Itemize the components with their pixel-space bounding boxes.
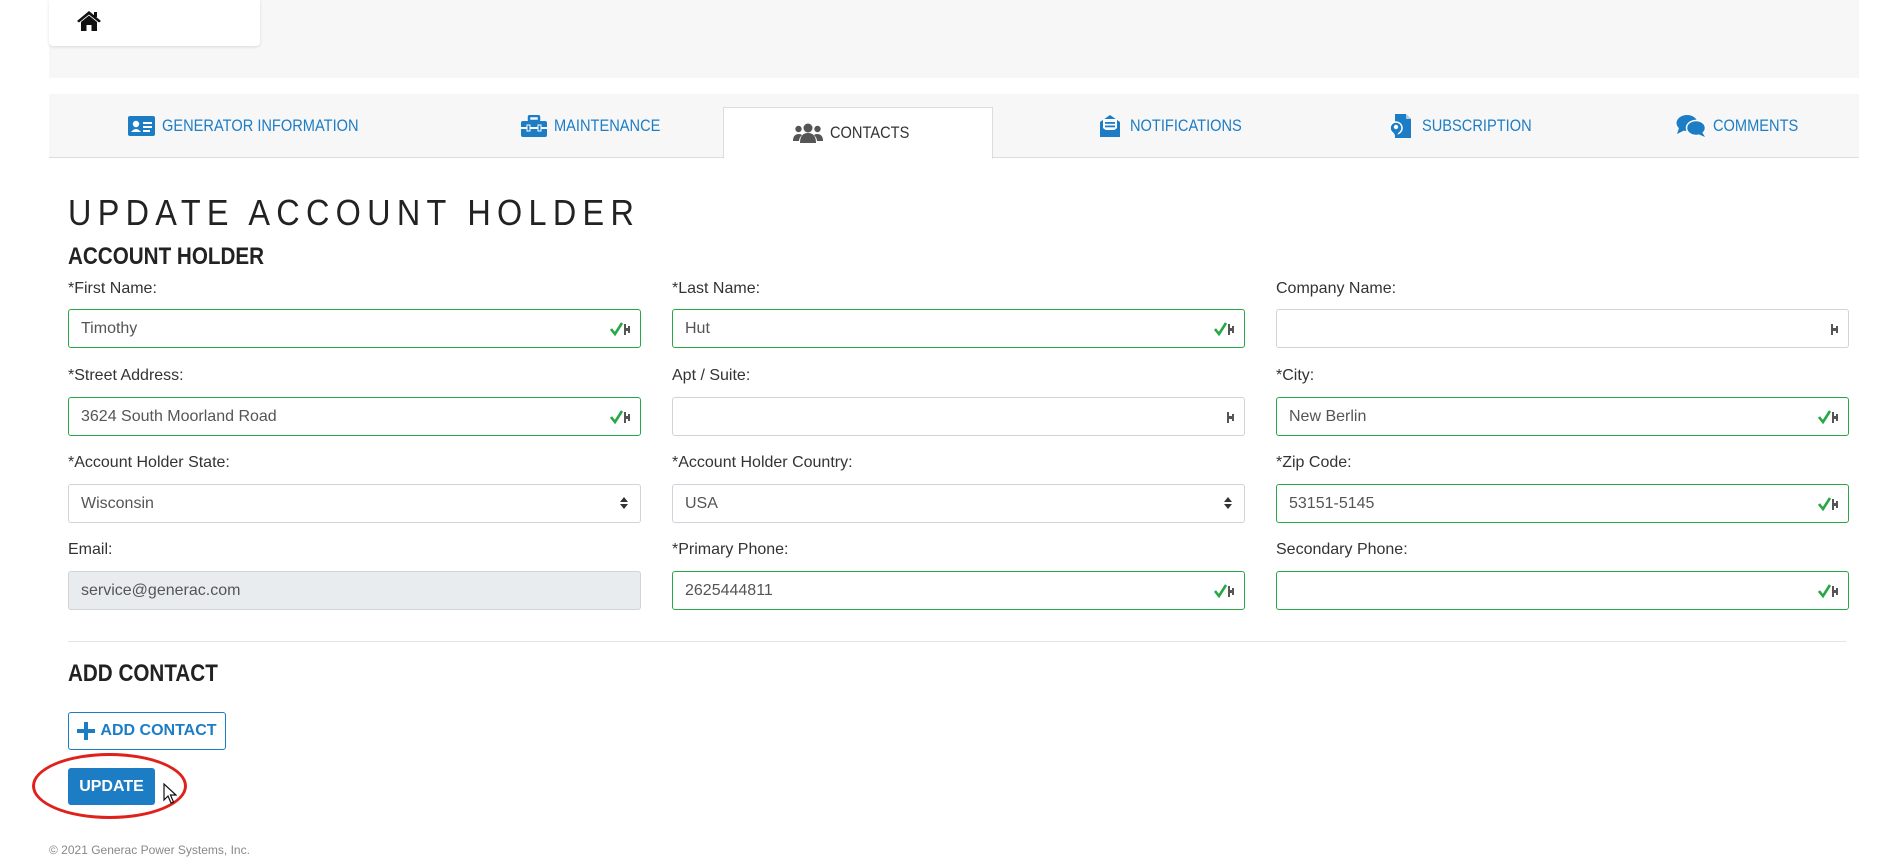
city-label: *City: [1276,367,1315,384]
last-name-label: *Last Name: [672,280,761,297]
add-contact-button[interactable]: ADD CONTACT [68,712,226,750]
users-icon [793,123,824,143]
valid-check-icon [1818,409,1842,425]
primary-phone-label: *Primary Phone: [672,541,789,558]
home-button[interactable] [49,0,260,46]
tab-label: Subscription [1421,116,1532,135]
state-select[interactable]: Wisconsin [68,484,641,523]
tab-maintenance[interactable]: Maintenance [499,94,699,158]
page-title: UPDATE ACCOUNT HOLDER [68,192,641,233]
mouse-cursor-icon [163,783,177,804]
tab-notifications[interactable]: Notifications [1049,94,1309,158]
copyright-footer: © 2021 Generac Power Systems, Inc. [49,843,250,857]
first-name-input[interactable]: Timothy [68,309,641,348]
plus-icon [77,722,96,740]
password-manager-icon [1226,409,1238,425]
country-label: *Account Holder Country: [672,454,853,471]
valid-check-icon [1214,321,1238,337]
city-input[interactable]: New Berlin [1276,397,1849,436]
first-name-label: *First Name: [68,280,157,297]
apt-suite-input[interactable] [672,397,1245,436]
valid-check-icon [610,409,634,425]
account-holder-heading: ACCOUNT HOLDER [68,243,265,270]
email-label: Email: [68,541,113,558]
street-address-label: *Street Address: [68,367,184,384]
tab-label: Maintenance [553,116,661,135]
tab-label: Notifications [1130,116,1243,135]
tab-label: Contacts [830,123,910,142]
top-band [49,0,1859,78]
state-label: *Account Holder State: [68,454,230,471]
secondary-phone-input[interactable] [1276,571,1849,610]
password-manager-icon [1830,321,1842,337]
street-address-input[interactable]: 3624 South Moorland Road [68,397,641,436]
valid-check-icon [1818,583,1842,599]
last-name-input[interactable]: Hut [672,309,1245,348]
primary-phone-input[interactable]: 2625444811 [672,571,1245,610]
tab-contacts[interactable]: Contacts [723,107,993,159]
tab-label: Generator Information [161,116,359,135]
section-divider [68,641,1846,642]
valid-check-icon [610,321,634,337]
sort-arrows-icon [620,496,628,515]
valid-check-icon [1818,496,1842,512]
tab-bar: Generator Information Maintenance Contac… [49,94,1859,159]
company-name-label: Company Name: [1276,280,1397,297]
tab-label: Comments [1712,116,1799,135]
zip-code-input[interactable]: 53151-5145 [1276,484,1849,523]
zip-code-label: *Zip Code: [1276,454,1352,471]
home-icon [77,11,101,31]
tab-comments[interactable]: Comments [1639,94,1849,158]
valid-check-icon [1214,583,1238,599]
tab-subscription[interactable]: Subscription [1349,94,1589,158]
tab-generator-information[interactable]: Generator Information [127,94,389,158]
sort-arrows-icon [1224,496,1232,515]
id-card-icon [127,116,155,136]
file-location-icon [1388,114,1411,138]
secondary-phone-label: Secondary Phone: [1276,541,1408,558]
company-name-input[interactable] [1276,309,1849,348]
country-select[interactable]: USA [672,484,1245,523]
add-contact-label: ADD CONTACT [100,722,217,739]
add-contact-heading: ADD CONTACT [68,660,218,687]
toolbox-icon [520,115,547,137]
email-field: service@generac.com [68,571,641,610]
apt-suite-label: Apt / Suite: [672,367,751,384]
update-label: UPDATE [79,777,144,795]
envelope-icon [1100,115,1121,137]
comments-icon [1676,115,1706,137]
update-button[interactable]: UPDATE [68,768,155,805]
